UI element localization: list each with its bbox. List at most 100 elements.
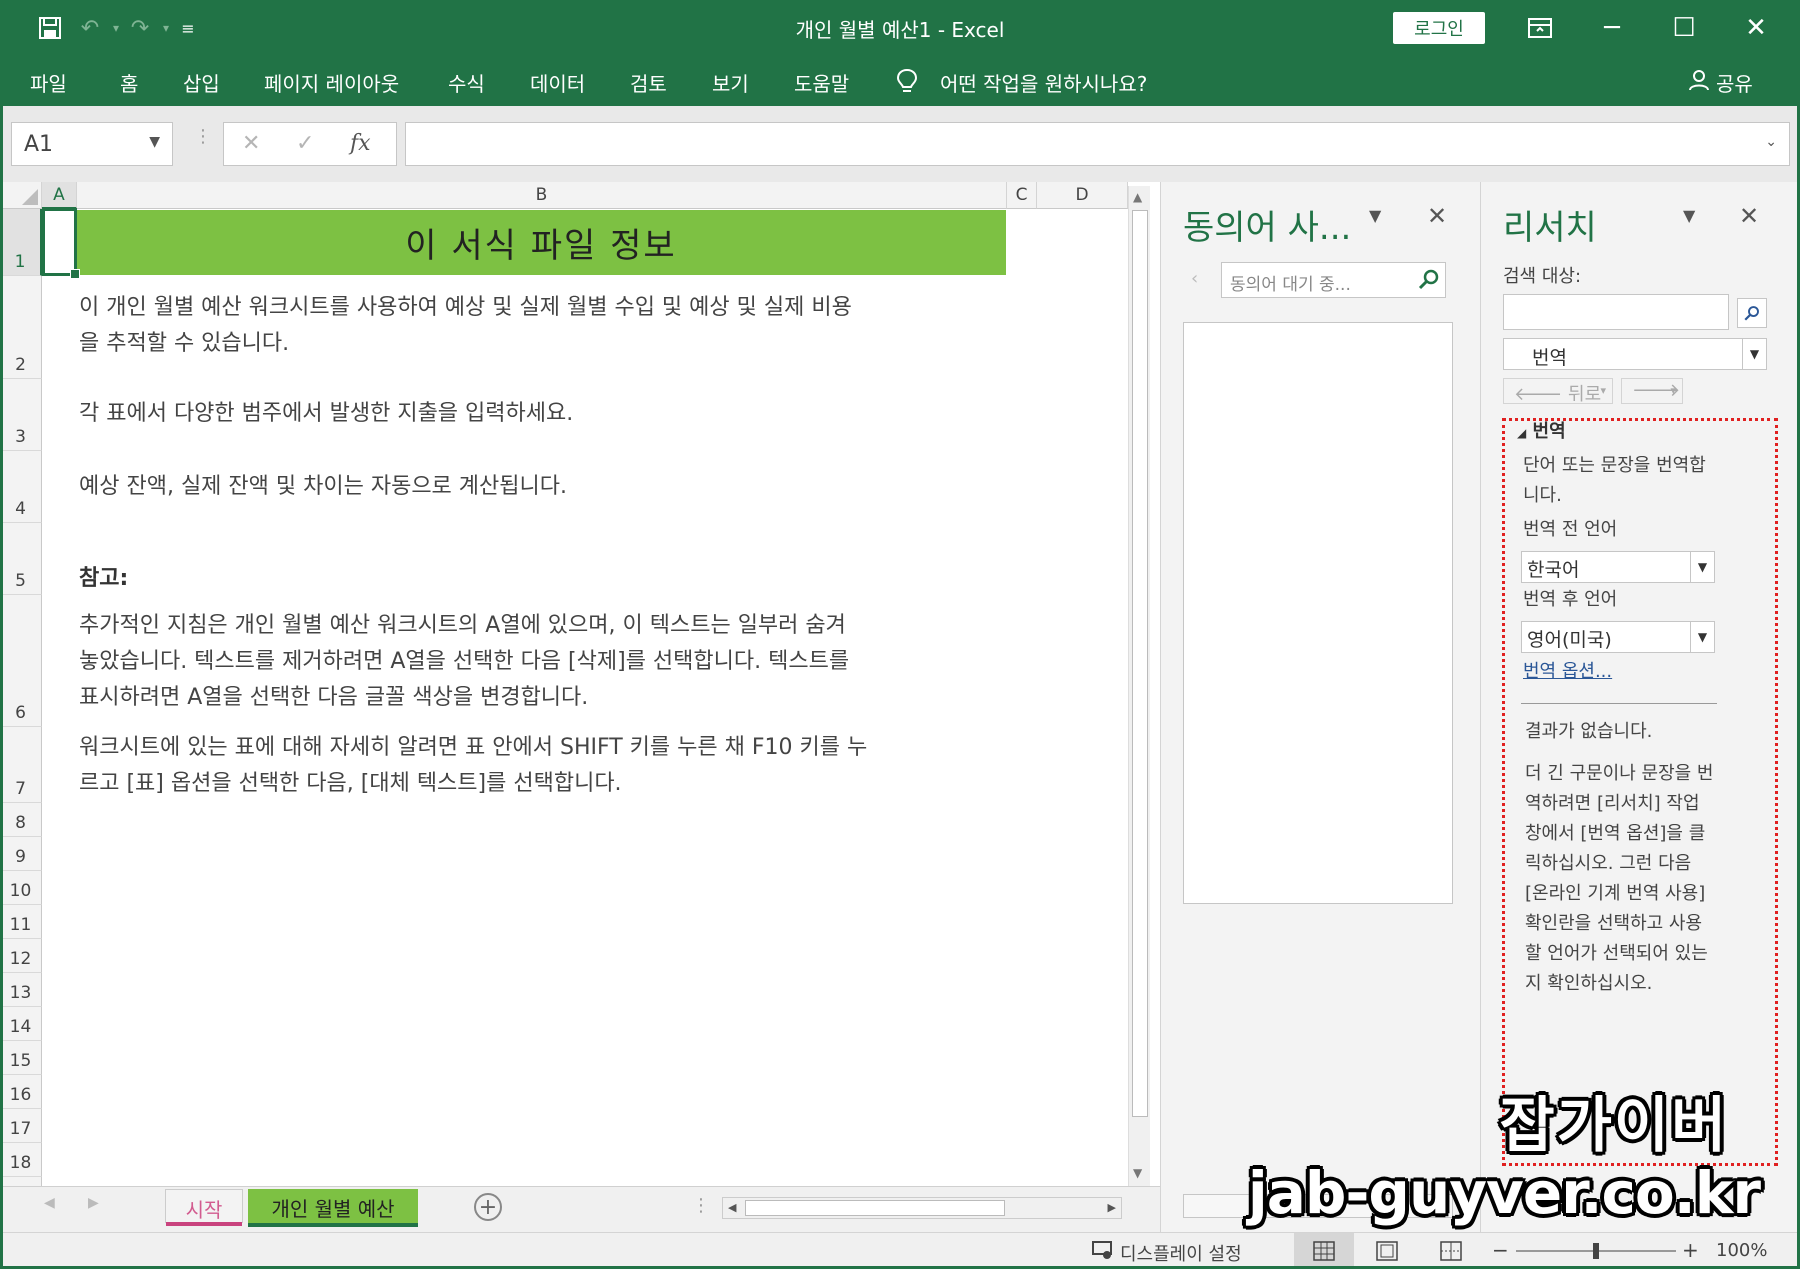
cell-text-line[interactable]: 워크시트에 있는 표에 대해 자세히 알려면 표 안에서 SHIFT 키를 누른…: [79, 730, 867, 766]
row-header[interactable]: 4: [0, 451, 42, 523]
minimize-button[interactable]: ─: [1584, 8, 1640, 48]
scroll-right-icon[interactable]: ▶: [1108, 1201, 1116, 1214]
chevron-down-icon[interactable]: ▼: [149, 134, 160, 150]
scroll-down-icon[interactable]: ▼: [1133, 1166, 1142, 1180]
tab-view[interactable]: 보기: [712, 68, 749, 97]
row-header[interactable]: 8: [0, 803, 42, 837]
back-arrow-icon[interactable]: ‹: [1191, 268, 1198, 289]
row-header[interactable]: 16: [0, 1075, 42, 1109]
normal-view-button[interactable]: [1294, 1233, 1354, 1269]
chevron-down-icon[interactable]: ▼: [1690, 552, 1714, 582]
zoom-in-button[interactable]: +: [1682, 1238, 1699, 1262]
row-header[interactable]: 17: [0, 1109, 42, 1143]
chevron-down-icon[interactable]: ▼: [1683, 206, 1695, 225]
name-box[interactable]: A1 ▼: [11, 122, 173, 166]
row-header[interactable]: 14: [0, 1007, 42, 1041]
row-header[interactable]: 9: [0, 837, 42, 871]
zoom-level[interactable]: 100%: [1716, 1240, 1767, 1261]
enter-check-icon[interactable]: ✓: [296, 131, 314, 156]
zoom-slider[interactable]: [1516, 1243, 1676, 1259]
tab-page-layout[interactable]: 페이지 레이아웃: [264, 68, 399, 97]
tab-splitter-icon[interactable]: ⋮: [692, 1195, 710, 1216]
select-all-corner[interactable]: [0, 182, 42, 209]
display-settings-button[interactable]: 디스플레이 설정: [1120, 1240, 1242, 1266]
synonym-search-input[interactable]: 동의어 대기 중...: [1221, 262, 1446, 298]
cell-text-line[interactable]: 예상 잔액, 실제 잔액 및 차이는 자동으로 계산됩니다.: [79, 469, 567, 505]
note-heading[interactable]: 참고:: [79, 561, 128, 597]
close-icon[interactable]: ✕: [1739, 202, 1759, 230]
cell-text-line[interactable]: 추가적인 지침은 개인 월별 예산 워크시트의 A열에 있으며, 이 텍스트는 …: [79, 608, 846, 644]
forward-button[interactable]: 🡒 ▾: [1621, 378, 1683, 404]
scroll-thumb[interactable]: [745, 1200, 1005, 1216]
next-sheet-icon[interactable]: ▶: [88, 1195, 99, 1211]
cell-text-line[interactable]: 이 개인 월별 예산 워크시트를 사용하여 예상 및 실제 월별 수입 및 예상…: [79, 290, 852, 326]
row-header[interactable]: 2: [0, 276, 42, 379]
column-header-a[interactable]: A: [42, 182, 77, 209]
cell-text-line[interactable]: 각 표에서 다양한 범주에서 발생한 지출을 입력하세요.: [79, 396, 573, 432]
tab-file[interactable]: 파일: [30, 68, 67, 97]
cell-text-line[interactable]: 표시하려면 A열을 선택한 다음 글꼴 색상을 변경합니다.: [79, 680, 588, 716]
translation-options-link[interactable]: 번역 옵션...: [1523, 657, 1612, 687]
column-header-b[interactable]: B: [77, 182, 1007, 209]
search-icon[interactable]: [1417, 267, 1441, 296]
row-header[interactable]: 12: [0, 939, 42, 973]
row-header[interactable]: 11: [0, 905, 42, 939]
login-button[interactable]: 로그인: [1393, 12, 1485, 44]
maximize-button[interactable]: ☐: [1656, 8, 1712, 48]
row-header[interactable]: 15: [0, 1041, 42, 1075]
cell-text-line[interactable]: 놓았습니다. 텍스트를 제거하려면 A열을 선택한 다음 [삭제]를 선택합니다…: [79, 644, 849, 680]
back-button[interactable]: 🡐 뒤로 ▾: [1503, 378, 1613, 405]
tab-review[interactable]: 검토: [630, 68, 667, 97]
zoom-out-button[interactable]: −: [1492, 1238, 1509, 1262]
research-search-button[interactable]: [1737, 298, 1767, 328]
row-header[interactable]: 1: [0, 209, 42, 276]
splitter-icon[interactable]: ⋮: [194, 126, 212, 147]
formula-input[interactable]: ⌄: [405, 122, 1790, 166]
scroll-up-icon[interactable]: ▲: [1133, 190, 1142, 204]
ribbon-display-options-icon[interactable]: [1512, 8, 1568, 48]
chevron-down-icon[interactable]: ▼: [1690, 622, 1714, 652]
tell-me-search[interactable]: 어떤 작업을 원하시나요?: [940, 68, 1147, 97]
horizontal-scrollbar[interactable]: ◀ ▶: [722, 1197, 1122, 1219]
cell-text-line[interactable]: 을 추적할 수 있습니다.: [79, 326, 289, 362]
tab-formulas[interactable]: 수식: [448, 68, 485, 97]
cancel-icon[interactable]: ✕: [242, 131, 260, 156]
research-source-select[interactable]: 번역 ▼: [1503, 338, 1767, 370]
tab-data[interactable]: 데이터: [530, 68, 585, 97]
column-header-d[interactable]: D: [1037, 182, 1128, 209]
translation-section-header[interactable]: ◢ 번역: [1517, 417, 1566, 448]
insert-function-icon[interactable]: fx: [350, 131, 371, 156]
scroll-left-icon[interactable]: ◀: [728, 1201, 736, 1214]
vertical-scrollbar[interactable]: ▲ ▼: [1128, 186, 1150, 1186]
sheet-tab-start[interactable]: 시작: [165, 1189, 243, 1226]
sheet-tab-budget[interactable]: 개인 월별 예산: [248, 1189, 418, 1227]
row-header[interactable]: 10: [0, 871, 42, 905]
expand-formula-bar-icon[interactable]: ⌄: [1765, 134, 1777, 150]
row-header[interactable]: 6: [0, 595, 42, 727]
close-icon[interactable]: ✕: [1427, 202, 1447, 230]
to-language-select[interactable]: 영어(미국) ▼: [1521, 621, 1715, 653]
row-header[interactable]: 18: [0, 1143, 42, 1177]
add-sheet-icon[interactable]: +: [474, 1193, 502, 1221]
tab-home[interactable]: 홈: [120, 68, 138, 97]
synonym-results-list[interactable]: [1183, 322, 1453, 904]
column-header-c[interactable]: C: [1007, 182, 1037, 209]
chevron-down-icon[interactable]: ▼: [1369, 206, 1381, 225]
active-cell-a1[interactable]: [42, 208, 80, 279]
template-title-cell[interactable]: 이 서식 파일 정보: [76, 210, 1006, 275]
share-button[interactable]: 공유: [1688, 68, 1753, 97]
row-header[interactable]: 5: [0, 523, 42, 595]
prev-sheet-icon[interactable]: ◀: [44, 1195, 55, 1211]
page-layout-view-icon[interactable]: [1376, 1241, 1398, 1266]
chevron-down-icon[interactable]: ▼: [1742, 339, 1766, 369]
cell-text-line[interactable]: 르고 [표] 옵션을 선택한 다음, [대체 텍스트]를 선택합니다.: [79, 766, 622, 802]
research-search-input[interactable]: [1503, 294, 1729, 330]
zoom-slider-thumb[interactable]: [1593, 1243, 1599, 1259]
page-break-view-icon[interactable]: [1440, 1241, 1462, 1266]
tab-help[interactable]: 도움말: [794, 68, 849, 97]
row-header[interactable]: 7: [0, 727, 42, 803]
tab-insert[interactable]: 삽입: [183, 68, 220, 97]
scroll-thumb[interactable]: [1132, 210, 1148, 1117]
row-header[interactable]: 3: [0, 379, 42, 451]
from-language-select[interactable]: 한국어 ▼: [1521, 551, 1715, 583]
